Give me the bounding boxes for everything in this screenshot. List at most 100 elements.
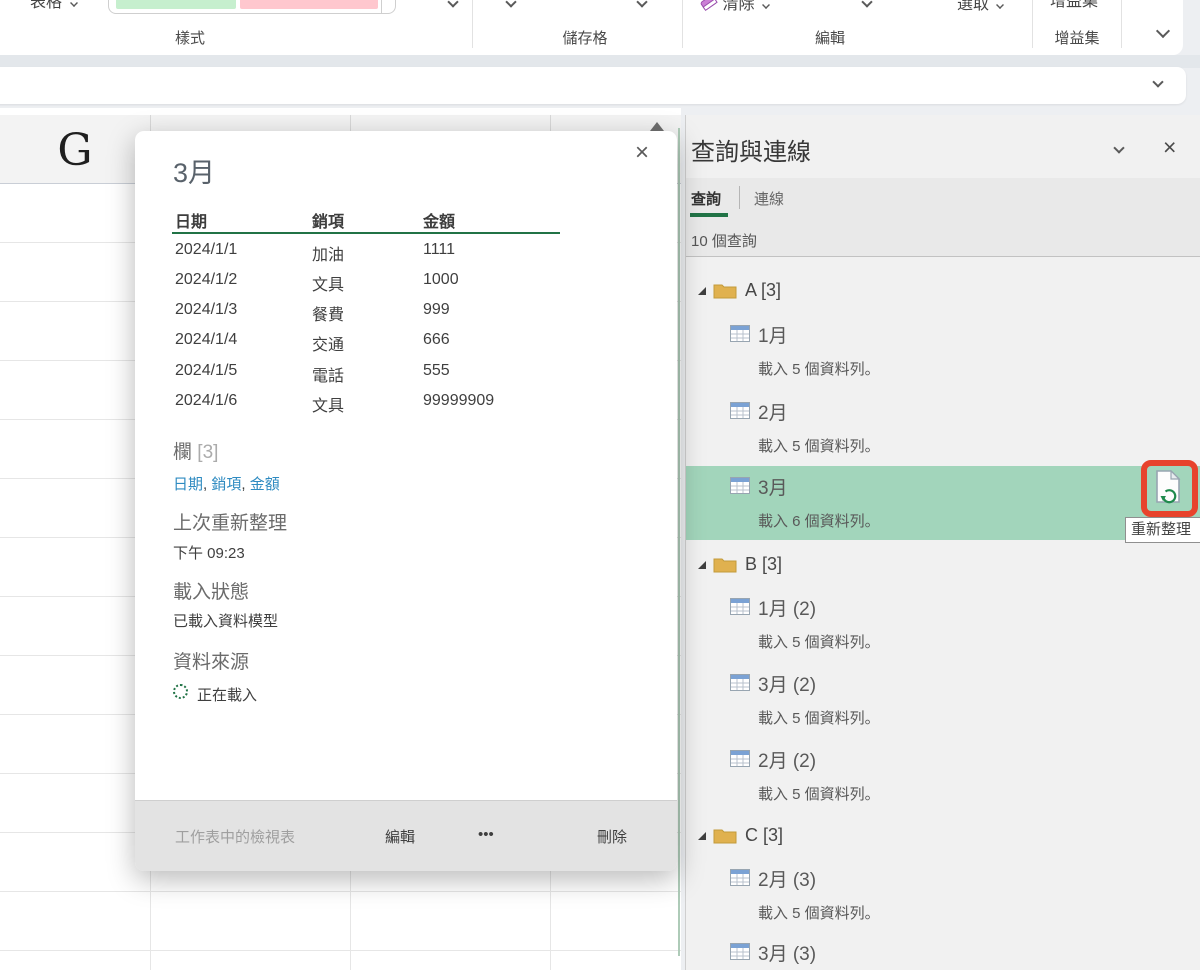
query-name: 1月 [758,321,788,348]
eraser-icon [700,0,718,13]
query-count: 10 個查詢 [691,230,757,251]
close-icon[interactable]: × [635,139,649,167]
expand-triangle-icon[interactable] [697,560,707,570]
format-as-table-button[interactable]: 表格 [30,0,78,12]
delete-button[interactable]: 刪除 [597,826,627,847]
preview-col-header: 銷項 [312,208,344,232]
chevron-down-icon [997,1,1005,9]
group-name: C [3] [745,825,783,846]
query-name: 2月 (2) [758,746,816,773]
expand-triangle-icon[interactable] [697,286,707,296]
table-cell: 電話 [312,362,344,386]
dropdown-chevron-icon[interactable] [447,0,458,8]
query-detail: 載入 5 個資料列。 [758,631,880,652]
gallery-more-button[interactable] [381,0,395,13]
group-label-addins: 增益集 [1022,27,1132,48]
group-count: [3] [761,280,781,300]
dropdown-chevron-icon[interactable] [505,0,516,8]
group-name: A [3] [745,280,781,301]
folder-icon [713,826,737,844]
table-icon [730,402,750,419]
columns-label: 欄 [173,442,192,463]
table-icon [730,477,750,494]
more-options-button[interactable]: ••• [478,826,494,843]
column-link[interactable]: 金額 [250,476,280,493]
load-status-header: 載入狀態 [173,577,249,604]
group-count: [3] [763,825,783,845]
pane-chevron-down-icon[interactable] [1113,142,1124,153]
dropdown-chevron-icon[interactable] [636,0,647,8]
group-separator [472,0,473,48]
group-count: [3] [762,554,782,574]
columns-count: [3] [197,442,218,463]
query-group-a[interactable]: A [3] [686,278,1200,308]
query-group-b[interactable]: B [3] [686,552,1200,582]
table-cell: 555 [423,362,450,380]
group-name: B [3] [745,554,782,575]
addins-button[interactable]: 增益集 [1050,0,1098,11]
query-name: 3月 (2) [758,670,816,697]
select-button[interactable]: 選取 [957,0,1004,14]
table-cell: 交通 [312,331,344,355]
table-cell: 加油 [312,241,344,265]
annotation-highlight-box [1141,460,1198,517]
group-label-editing: 編輯 [775,27,885,48]
table-cell: 999 [423,301,450,319]
table-cell: 2024/1/4 [175,331,237,349]
column-link[interactable]: 銷項 [211,476,241,493]
pane-tab-strip: 查詢 連線 10 個查詢 [686,178,1200,257]
formula-bar[interactable] [0,67,1186,104]
table-cell: 文具 [312,392,344,416]
pane-close-icon[interactable]: × [1163,134,1176,161]
group-separator [1032,0,1033,48]
query-group-c[interactable]: C [3] [686,823,1200,853]
group-label-cells: 儲存格 [530,27,640,48]
tab-queries[interactable]: 查詢 [691,188,721,209]
query-name: 1月 (2) [758,594,816,621]
collapse-ribbon-chevron-icon[interactable] [1156,24,1170,38]
clear-button[interactable]: 清除 [700,0,770,14]
table-icon [730,674,750,691]
table-cell: 99999909 [423,392,494,410]
column-header-g[interactable]: G [0,125,150,176]
edit-button[interactable]: 編輯 [385,826,415,847]
table-cell: 666 [423,331,450,349]
query-name: 3月 [758,473,788,500]
table-cell: 餐費 [312,301,344,325]
columns-section-header: 欄 [3] [173,437,218,464]
data-source-value: 正在載入 [197,684,257,705]
query-name: 2月 (3) [758,865,816,892]
query-name: 2月 [758,398,788,425]
scrollbar-up-arrow[interactable] [650,122,664,131]
clear-label: 清除 [722,0,754,13]
preview-col-header: 金額 [423,208,455,232]
group-letter: B [745,554,757,574]
dropdown-chevron-icon[interactable] [861,0,872,8]
expand-formula-bar-chevron-icon[interactable] [1152,76,1163,87]
ribbon: 表格 樣式 儲存格 編輯 增益集 清除 [0,0,1183,55]
group-separator [682,0,683,48]
table-icon [730,869,750,886]
tab-connections[interactable]: 連線 [754,188,784,209]
cell-styles-gallery[interactable] [108,0,396,14]
style-bad-swatch[interactable] [240,0,378,9]
last-refresh-header: 上次重新整理 [173,508,287,535]
table-cell: 文具 [312,271,344,295]
table-cell: 2024/1/5 [175,362,237,380]
queries-connections-pane: 查詢與連線 × 查詢 連線 10 個查詢 A [3] 1月 載入 5 個資料列。 [685,115,1200,970]
expand-triangle-icon[interactable] [697,831,707,841]
table-icon [730,943,750,960]
popup-title: 3月 [173,151,215,190]
style-good-swatch[interactable] [116,0,236,9]
query-detail: 載入 5 個資料列。 [758,435,880,456]
load-status-value: 已載入資料模型 [173,610,278,631]
select-label: 選取 [957,0,989,13]
column-link[interactable]: 日期 [173,476,203,493]
folder-icon [713,555,737,573]
table-cell: 2024/1/6 [175,392,237,410]
loading-spinner-icon [173,684,188,699]
popup-footer: 工作表中的檢視表 編輯 ••• 刪除 [135,800,677,871]
active-tab-underline [690,213,728,217]
query-detail: 載入 5 個資料列。 [758,783,880,804]
refresh-tooltip: 重新整理 [1125,517,1200,543]
